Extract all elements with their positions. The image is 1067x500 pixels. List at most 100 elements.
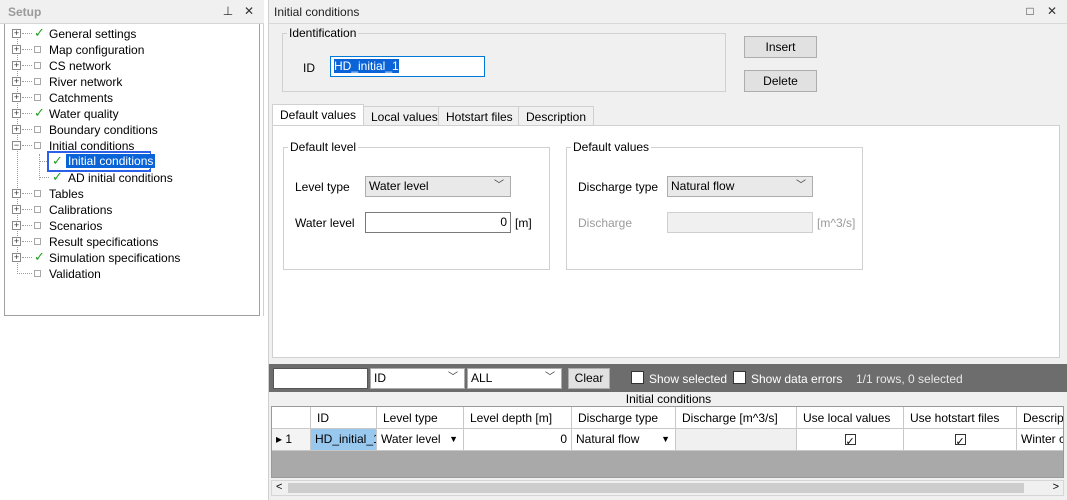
expand-icon[interactable]: + xyxy=(12,61,21,70)
tree-item-simulation-specifications[interactable]: + ✓ Simulation specifications xyxy=(5,250,255,266)
column-header-use-hotstart-files[interactable]: Use hotstart files xyxy=(904,407,1017,429)
tree-item-calibrations[interactable]: + Calibrations xyxy=(5,202,255,218)
collapse-icon[interactable]: − xyxy=(12,141,21,150)
scroll-right-icon[interactable]: > xyxy=(1053,481,1059,493)
cell-description[interactable]: Winter co xyxy=(1017,429,1063,451)
tree-item-label: Scenarios xyxy=(49,219,103,233)
tree-item-map-configuration[interactable]: + Map configuration xyxy=(5,42,255,58)
expand-icon[interactable]: + xyxy=(12,93,21,102)
expand-icon[interactable]: + xyxy=(12,125,21,134)
tree-connector xyxy=(22,97,32,98)
use-local-values-checkbox[interactable] xyxy=(844,432,856,450)
filter-field-value: ID xyxy=(374,371,386,385)
tree-item-initial-conditions[interactable]: ✓ Initial conditions xyxy=(5,151,255,172)
tab-default-values[interactable]: Default values xyxy=(272,104,365,127)
close-panel-icon[interactable]: ✕ xyxy=(1045,4,1059,18)
scrollbar-thumb[interactable] xyxy=(288,483,1024,493)
filter-scope-select[interactable]: ALL ﹀ xyxy=(467,368,562,389)
tree-item-label: Tables xyxy=(49,187,84,201)
scroll-left-icon[interactable]: < xyxy=(276,481,282,493)
row-status: 1/1 rows, 0 selected xyxy=(856,372,963,386)
tree-item-tables[interactable]: + Tables xyxy=(5,186,255,202)
expand-icon[interactable]: + xyxy=(12,109,21,118)
tree-connector xyxy=(39,177,49,178)
show-selected-checkbox[interactable] xyxy=(631,371,644,384)
column-header-id[interactable]: ID xyxy=(311,407,377,429)
tree-item-river-network[interactable]: + River network xyxy=(5,74,255,90)
insert-button[interactable]: Insert xyxy=(744,36,817,58)
tab-description[interactable]: Description xyxy=(518,106,595,127)
tree-item-cs-network[interactable]: + CS network xyxy=(5,58,255,74)
expand-icon[interactable]: + xyxy=(12,77,21,86)
row-header[interactable]: ▸ 1 xyxy=(272,429,311,451)
column-header-discharge[interactable]: Discharge [m^3/s] xyxy=(676,407,797,429)
row-number: 1 xyxy=(285,432,293,446)
pin-icon[interactable]: ⊥ xyxy=(221,4,235,18)
id-input[interactable]: HD_initial_1 xyxy=(330,56,485,77)
cell-discharge-type[interactable]: Natural flow ▼ xyxy=(572,429,676,451)
tab-local-values[interactable]: Local values xyxy=(363,106,446,127)
filter-input[interactable] xyxy=(273,368,368,389)
level-type-select[interactable]: Water level ﹀ xyxy=(365,176,511,197)
show-data-errors-label: Show data errors xyxy=(751,372,843,386)
clear-button[interactable]: Clear xyxy=(568,368,610,389)
dropdown-arrow-icon[interactable]: ▼ xyxy=(449,429,458,450)
cell-id[interactable]: HD_initial_1 xyxy=(311,429,377,451)
tree-item-general-settings[interactable]: + ✓ General settings xyxy=(5,26,255,42)
discharge-input[interactable] xyxy=(667,212,813,233)
tree-item-result-specifications[interactable]: + Result specifications xyxy=(5,234,255,250)
tree-item-validation[interactable]: Validation xyxy=(5,266,255,282)
expand-icon[interactable]: + xyxy=(12,189,21,198)
cell-level-type-value: Water level xyxy=(381,432,441,446)
empty-box-icon xyxy=(34,238,41,245)
discharge-unit: [m^3/s] xyxy=(817,216,856,230)
close-setup-icon[interactable]: ✕ xyxy=(242,4,256,18)
tree-connector xyxy=(22,257,32,258)
cell-use-local-values[interactable] xyxy=(797,429,904,451)
expand-icon[interactable]: + xyxy=(12,221,21,230)
cell-level-type[interactable]: Water level ▼ xyxy=(377,429,464,451)
delete-button[interactable]: Delete xyxy=(744,70,817,92)
chevron-down-icon: ﹀ xyxy=(545,372,555,383)
default-level-group: Default level Level type Water level ﹀ W… xyxy=(283,140,550,270)
current-row-icon: ▸ xyxy=(276,432,283,446)
column-header-level-type[interactable]: Level type xyxy=(377,407,464,429)
tree-item-ad-initial-conditions[interactable]: ✓ AD initial conditions xyxy=(5,170,255,186)
tree-item-label: Water quality xyxy=(49,107,119,121)
expand-icon[interactable]: + xyxy=(12,29,21,38)
tree-item-label: Simulation specifications xyxy=(49,251,181,265)
discharge-type-select[interactable]: Natural flow ﹀ xyxy=(667,176,813,197)
discharge-type-value: Natural flow xyxy=(671,179,735,193)
cell-use-hotstart-files[interactable] xyxy=(904,429,1017,451)
tree-item-water-quality[interactable]: + ✓ Water quality xyxy=(5,106,255,122)
setup-tree: + ✓ General settings + Map configuration… xyxy=(4,24,260,316)
expand-icon[interactable]: + xyxy=(12,205,21,214)
column-header-discharge-type[interactable]: Discharge type xyxy=(572,407,676,429)
expand-icon[interactable]: + xyxy=(12,253,21,262)
cell-discharge[interactable] xyxy=(676,429,797,451)
expand-icon[interactable]: + xyxy=(12,45,21,54)
tree-item-scenarios[interactable]: + Scenarios xyxy=(5,218,255,234)
discharge-type-label: Discharge type xyxy=(578,180,659,194)
horizontal-scrollbar[interactable]: < > xyxy=(271,480,1064,496)
tree-item-label: Catchments xyxy=(49,91,114,105)
level-type-label: Level type xyxy=(295,180,350,194)
setup-panel: Setup ⊥ ✕ + ✓ General settings + Map con… xyxy=(0,0,264,316)
tree-item-boundary-conditions[interactable]: + Boundary conditions xyxy=(5,122,255,138)
cell-level-depth[interactable]: 0 xyxy=(464,429,572,451)
column-header-level-depth[interactable]: Level depth [m] xyxy=(464,407,572,429)
tab-hotstart-files[interactable]: Hotstart files xyxy=(438,106,521,127)
expand-icon[interactable]: + xyxy=(12,237,21,246)
tree-connector xyxy=(22,241,32,242)
filter-field-select[interactable]: ID ﹀ xyxy=(370,368,465,389)
restore-icon[interactable]: □ xyxy=(1023,4,1037,18)
column-header-description[interactable]: Descripti xyxy=(1017,407,1063,429)
tree-item-catchments[interactable]: + Catchments xyxy=(5,90,255,106)
dropdown-arrow-icon[interactable]: ▼ xyxy=(661,429,670,450)
tree-item-label: Initial conditions xyxy=(64,153,157,169)
show-data-errors-checkbox[interactable] xyxy=(733,371,746,384)
water-level-input[interactable]: 0 xyxy=(365,212,511,233)
tree-connector xyxy=(22,209,32,210)
use-hotstart-files-checkbox[interactable] xyxy=(954,432,966,450)
column-header-use-local-values[interactable]: Use local values xyxy=(797,407,904,429)
